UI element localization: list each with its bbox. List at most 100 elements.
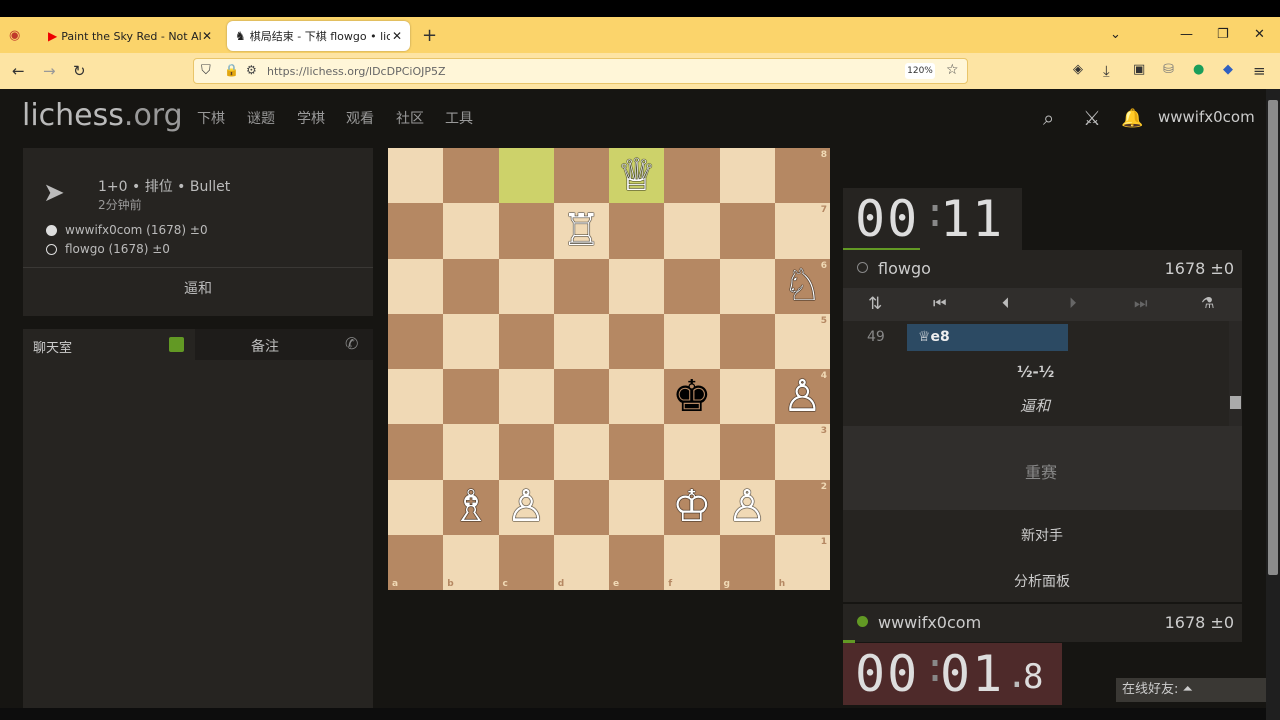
phone-icon[interactable]: ✆ bbox=[345, 334, 358, 353]
square-a2[interactable] bbox=[388, 479, 444, 535]
square-a4[interactable] bbox=[388, 369, 444, 425]
square-e2[interactable] bbox=[609, 479, 665, 535]
piece-b2[interactable]: ♗ bbox=[443, 480, 498, 535]
extension-icon[interactable]: ▣ bbox=[1133, 62, 1145, 77]
rematch-button[interactable]: 重赛 bbox=[843, 426, 1242, 510]
close-window-icon[interactable]: ✕ bbox=[1254, 27, 1265, 42]
reload-icon[interactable]: ↻ bbox=[73, 62, 86, 80]
nav-learn[interactable]: 学棋 bbox=[297, 108, 325, 128]
square-c6[interactable] bbox=[498, 258, 554, 314]
square-e6[interactable] bbox=[609, 258, 665, 314]
square-c8[interactable] bbox=[498, 148, 554, 204]
firefox-view-icon[interactable]: ◉ bbox=[9, 28, 20, 43]
piece-c2[interactable]: ♙ bbox=[499, 480, 554, 535]
square-e3[interactable] bbox=[609, 424, 665, 480]
forward-icon[interactable]: → bbox=[43, 62, 56, 80]
square-a3[interactable] bbox=[388, 424, 444, 480]
square-c1[interactable]: c bbox=[498, 534, 554, 590]
square-a5[interactable] bbox=[388, 313, 444, 369]
pocket-icon[interactable]: ◈ bbox=[1073, 62, 1083, 77]
scrollbar-thumb[interactable] bbox=[1268, 100, 1278, 575]
square-g2[interactable]: ♙ bbox=[719, 479, 775, 535]
tab-lichess[interactable]: ♞ 棋局结束 - 下棋 flowgo • liches ✕ bbox=[227, 21, 410, 51]
chess-board[interactable]: ♕ 8 ♖ 7 ♘ 6 5 ♚ ♙ 4 3 ♗ ♙ ♔ ♙ 2 a b c d e f g 1 h bbox=[388, 148, 830, 590]
square-g7[interactable] bbox=[719, 203, 775, 259]
address-bar[interactable]: ⛉ 🔒 ⚙ https://lichess.org/lDcDPCiOJP5Z 1… bbox=[193, 58, 968, 84]
url-text[interactable]: https://lichess.org/lDcDPCiOJP5Z bbox=[267, 65, 446, 78]
first-move-icon[interactable]: ⏮ bbox=[933, 294, 947, 312]
square-f7[interactable] bbox=[664, 203, 720, 259]
square-d6[interactable] bbox=[553, 258, 609, 314]
nav-tools[interactable]: 工具 bbox=[445, 108, 473, 128]
square-f1[interactable]: f bbox=[664, 534, 720, 590]
square-h2[interactable]: 2 bbox=[774, 479, 830, 535]
square-g5[interactable] bbox=[719, 313, 775, 369]
square-e8[interactable]: ♕ bbox=[609, 148, 665, 204]
piece-d7[interactable]: ♖ bbox=[554, 203, 609, 258]
online-friends-button[interactable]: 在线好友: ⏶ bbox=[1116, 678, 1266, 702]
nav-puzzles[interactable]: 谜题 bbox=[247, 108, 275, 128]
square-h6[interactable]: ♘ 6 bbox=[774, 258, 830, 314]
permissions-icon[interactable]: ⚙ bbox=[246, 63, 257, 77]
bell-icon[interactable]: 🔔 bbox=[1121, 108, 1143, 129]
bottom-player-name[interactable]: wwwifx0com bbox=[878, 613, 981, 632]
square-g1[interactable]: g bbox=[719, 534, 775, 590]
extension-icon[interactable]: ◆ bbox=[1223, 62, 1233, 77]
moves-scrollbar-thumb[interactable] bbox=[1230, 396, 1241, 409]
square-e1[interactable]: e bbox=[609, 534, 665, 590]
shield-icon[interactable]: ⛉ bbox=[201, 63, 211, 78]
close-tab-icon[interactable]: ✕ bbox=[202, 29, 212, 43]
square-b4[interactable] bbox=[443, 369, 499, 425]
square-f6[interactable] bbox=[664, 258, 720, 314]
last-move-icon[interactable]: ⏭ bbox=[1134, 294, 1148, 312]
square-d2[interactable] bbox=[553, 479, 609, 535]
nav-play[interactable]: 下棋 bbox=[197, 108, 225, 128]
square-c5[interactable] bbox=[498, 313, 554, 369]
square-a1[interactable]: a bbox=[388, 534, 444, 590]
square-d7[interactable]: ♖ bbox=[553, 203, 609, 259]
moves-scrollbar[interactable] bbox=[1229, 321, 1242, 426]
lock-icon[interactable]: 🔒 bbox=[224, 63, 239, 77]
square-g4[interactable] bbox=[719, 369, 775, 425]
square-c2[interactable]: ♙ bbox=[498, 479, 554, 535]
square-b2[interactable]: ♗ bbox=[443, 479, 499, 535]
square-b7[interactable] bbox=[443, 203, 499, 259]
nav-watch[interactable]: 观看 bbox=[346, 108, 374, 128]
swords-icon[interactable]: ⚔ bbox=[1083, 106, 1101, 130]
square-h7[interactable]: 7 bbox=[774, 203, 830, 259]
tab-youtube[interactable]: ▶ Paint the Sky Red - Not All Who ✕ bbox=[40, 21, 220, 51]
grammarly-icon[interactable]: ● bbox=[1193, 62, 1204, 77]
piece-e8[interactable]: ♕ bbox=[609, 148, 664, 203]
square-b5[interactable] bbox=[443, 313, 499, 369]
black-player-link[interactable]: flowgo (1678) ±0 bbox=[65, 242, 170, 256]
top-player-name[interactable]: flowgo bbox=[878, 259, 931, 278]
square-c4[interactable] bbox=[498, 369, 554, 425]
flip-board-icon[interactable]: ⇅ bbox=[868, 294, 882, 314]
square-f2[interactable]: ♔ bbox=[664, 479, 720, 535]
square-e5[interactable] bbox=[609, 313, 665, 369]
square-b1[interactable]: b bbox=[443, 534, 499, 590]
zoom-level[interactable]: 120% bbox=[905, 63, 935, 79]
next-move-icon[interactable]: ⏵ bbox=[1069, 294, 1077, 312]
square-e7[interactable] bbox=[609, 203, 665, 259]
square-b3[interactable] bbox=[443, 424, 499, 480]
move-cell[interactable]: ♕e8 bbox=[907, 324, 1068, 351]
square-b6[interactable] bbox=[443, 258, 499, 314]
piece-g2[interactable]: ♙ bbox=[720, 480, 775, 535]
prev-move-icon[interactable]: ⏴ bbox=[1002, 294, 1010, 312]
site-logo[interactable]: lichess.org bbox=[22, 98, 183, 133]
square-d4[interactable] bbox=[553, 369, 609, 425]
square-h8[interactable]: 8 bbox=[774, 148, 830, 204]
tab-chat[interactable]: 聊天室 bbox=[23, 329, 195, 360]
minimize-icon[interactable]: — bbox=[1180, 27, 1193, 42]
download-icon[interactable]: ⤓ bbox=[1103, 62, 1110, 80]
square-g3[interactable] bbox=[719, 424, 775, 480]
square-g8[interactable] bbox=[719, 148, 775, 204]
piece-f2[interactable]: ♔ bbox=[664, 480, 719, 535]
square-f3[interactable] bbox=[664, 424, 720, 480]
list-tabs-icon[interactable]: ⌄ bbox=[1110, 27, 1121, 42]
square-h1[interactable]: 1h bbox=[774, 534, 830, 590]
square-b8[interactable] bbox=[443, 148, 499, 204]
square-g6[interactable] bbox=[719, 258, 775, 314]
square-a8[interactable] bbox=[388, 148, 444, 204]
